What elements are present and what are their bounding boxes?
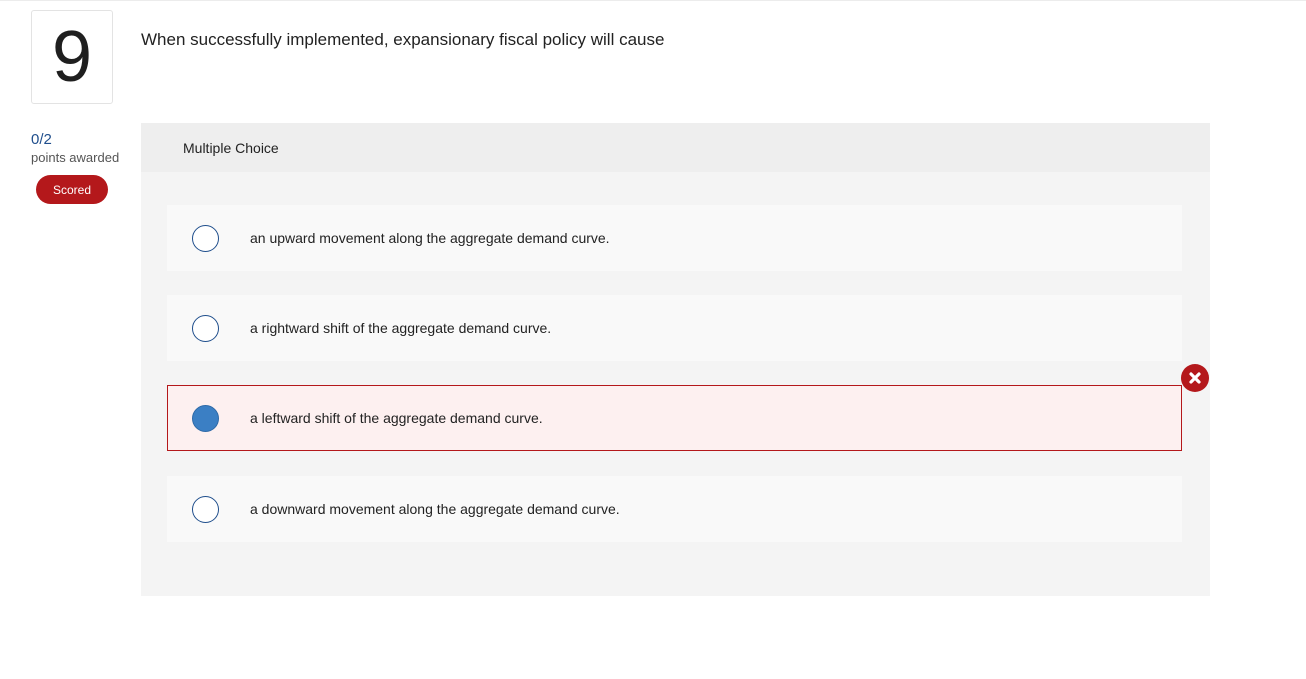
radio-button-selected[interactable] <box>192 404 219 432</box>
choice-option[interactable]: a rightward shift of the aggregate deman… <box>167 295 1182 361</box>
x-mark-glyph <box>1189 372 1201 384</box>
scored-badge: Scored <box>36 175 108 204</box>
question-prompt: When successfully implemented, expansion… <box>141 30 665 49</box>
score-summary: 0/2 points awarded <box>31 131 119 166</box>
question-number: 9 <box>51 17 93 97</box>
question-type-header: Multiple Choice <box>141 123 1210 172</box>
choice-label: an upward movement along the aggregate d… <box>250 230 610 246</box>
choice-option[interactable]: an upward movement along the aggregate d… <box>167 205 1182 271</box>
choice-label: a downward movement along the aggregate … <box>250 501 620 517</box>
top-divider <box>0 0 1306 1</box>
radio-button[interactable] <box>192 224 219 252</box>
choice-option[interactable]: a downward movement along the aggregate … <box>167 476 1182 542</box>
radio-button[interactable] <box>192 495 219 523</box>
radio-button[interactable] <box>192 314 219 342</box>
points-label: points awarded <box>31 150 120 165</box>
choice-label: a leftward shift of the aggregate demand… <box>250 410 543 426</box>
points-value: 0/2 <box>31 131 52 148</box>
choice-label: a rightward shift of the aggregate deman… <box>250 320 552 336</box>
question-type-label: Multiple Choice <box>183 139 279 156</box>
choice-option-selected-incorrect[interactable]: a leftward shift of the aggregate demand… <box>167 364 1209 451</box>
x-mark-icon <box>1181 364 1209 392</box>
question-number-box: 9 <box>31 10 113 104</box>
answer-panel: Multiple Choice an upward movement along… <box>141 123 1210 596</box>
